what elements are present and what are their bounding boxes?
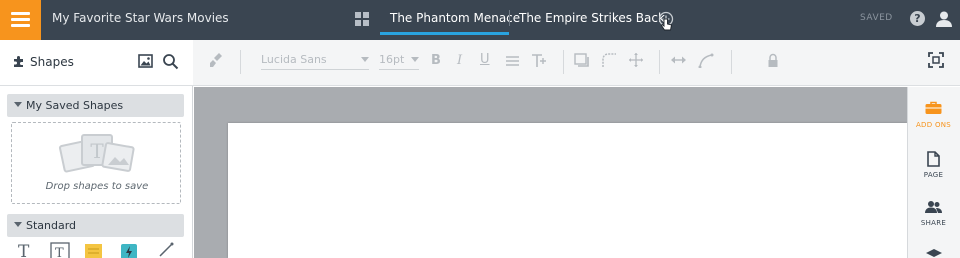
align-text-icon[interactable] (506, 56, 519, 66)
add-ons-label: ADD ONS (915, 121, 952, 129)
font-size-select[interactable]: 16pt (379, 53, 419, 70)
svg-text:T: T (90, 139, 104, 163)
document-page[interactable] (228, 123, 907, 258)
add-ons-button[interactable]: ADD ONS (907, 96, 960, 134)
toolbar-divider (731, 50, 732, 74)
saved-shapes-drop-zone[interactable]: T Drop shapes to save (11, 122, 181, 204)
collapse-caret-icon (14, 222, 22, 227)
image-icon[interactable] (138, 54, 153, 68)
svg-text:T: T (55, 246, 64, 258)
svg-text:T: T (18, 242, 30, 258)
layers-icon[interactable] (926, 249, 942, 258)
underline-icon[interactable]: U (480, 52, 490, 67)
dropdown-caret-icon (361, 57, 369, 62)
section-label: My Saved Shapes (26, 99, 124, 112)
tab-empire-strikes-back[interactable]: The Empire Strikes Back (519, 11, 665, 25)
tab-phantom-menace[interactable]: The Phantom Menace (390, 11, 520, 25)
font-family-select[interactable]: Lucida Sans (261, 53, 369, 70)
standard-shapes-header[interactable]: Standard (7, 214, 184, 237)
line-shape-icon[interactable] (159, 242, 174, 257)
page-icon (927, 151, 940, 167)
toolbar-divider (563, 50, 564, 74)
move-arrows-icon[interactable] (628, 52, 644, 68)
document-title[interactable]: My Favorite Star Wars Movies (52, 11, 229, 25)
search-icon[interactable] (162, 53, 179, 70)
dropdown-caret-icon (411, 57, 419, 62)
hamburger-menu-button[interactable] (0, 0, 41, 40)
help-icon[interactable]: ? (910, 11, 925, 26)
toolbar-divider (240, 50, 241, 74)
hand-cursor-icon (661, 18, 673, 31)
bold-icon[interactable]: B (431, 53, 441, 68)
text-options-icon[interactable] (531, 53, 547, 68)
page-grid-icon[interactable] (355, 12, 370, 27)
shapes-panel-title: Shapes (30, 55, 74, 69)
standard-shapes-row: T T (18, 242, 174, 258)
page-button[interactable]: PAGE (907, 150, 960, 184)
people-icon (925, 201, 942, 213)
save-status: SAVED (860, 13, 893, 23)
curved-line-icon[interactable] (698, 53, 715, 68)
italic-icon[interactable]: I (457, 53, 462, 68)
drop-shapes-hint: Drop shapes to save (45, 181, 149, 192)
format-painter-icon[interactable] (210, 52, 226, 68)
page-label: PAGE (923, 171, 944, 179)
hotspot-shape-icon[interactable] (121, 244, 137, 258)
saved-shapes-illustration-icon: T (58, 134, 135, 173)
active-tab-indicator (380, 32, 509, 35)
font-size-value: 16pt (379, 53, 405, 66)
fit-to-screen-icon[interactable] (928, 52, 944, 68)
briefcase-icon (925, 101, 942, 114)
shadow-icon[interactable] (574, 53, 590, 68)
rounded-corners-icon[interactable] (602, 53, 617, 68)
tab-divider (509, 10, 510, 26)
lock-icon[interactable] (767, 53, 779, 68)
toolbar-divider (659, 50, 660, 74)
text-box-shape-icon[interactable]: T (50, 242, 70, 258)
user-account-icon[interactable] (935, 10, 953, 28)
section-label: Standard (26, 219, 77, 232)
font-family-value: Lucida Sans (261, 53, 327, 66)
text-shape-icon[interactable]: T (18, 242, 30, 258)
line-arrows-icon[interactable] (670, 55, 687, 65)
share-button[interactable]: SHARE (907, 198, 960, 230)
share-label: SHARE (920, 219, 947, 227)
collapse-caret-icon (14, 102, 22, 107)
note-shape-icon[interactable] (85, 244, 102, 258)
my-saved-shapes-header[interactable]: My Saved Shapes (7, 94, 184, 117)
puzzle-icon (14, 56, 23, 67)
